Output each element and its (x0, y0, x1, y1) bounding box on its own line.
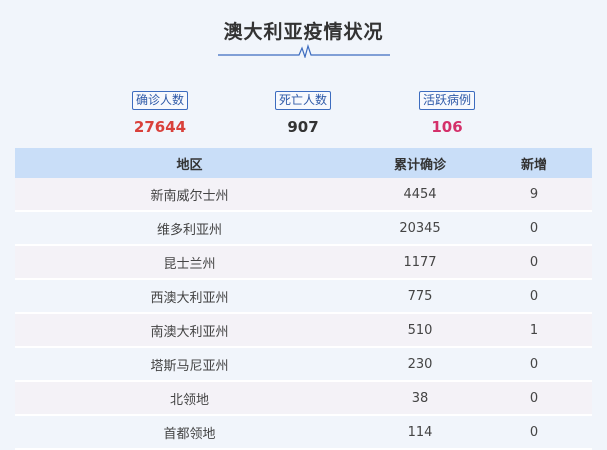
cell-total: 4454 (403, 186, 437, 202)
table-row: 北领地 38 0 (15, 382, 592, 416)
cell-new: 1 (529, 322, 539, 338)
cell-new: 0 (529, 390, 539, 406)
stat-deaths-label: 死亡人数 (274, 91, 331, 110)
cell-new: 0 (529, 254, 539, 270)
header-total: 累计确诊 (393, 157, 446, 173)
page-title: 澳大利亚疫情状况 (223, 21, 384, 43)
stat-deaths: 死亡人数 907 (243, 89, 363, 136)
cell-new: 0 (529, 356, 539, 372)
table-row: 塔斯马尼亚州 230 0 (15, 348, 592, 382)
region-table: 地区 累计确诊 新增 新南威尔士州 4454 9 维多利亚州 20345 0 昆… (15, 148, 592, 450)
cell-total: 775 (407, 288, 433, 304)
stat-deaths-value: 907 (287, 118, 319, 136)
stats-summary: 确诊人数 27644 死亡人数 907 活跃病例 106 (0, 89, 607, 139)
heartbeat-divider-icon (218, 44, 390, 58)
stat-confirmed-value: 27644 (133, 118, 187, 136)
table-row: 新南威尔士州 4454 9 (15, 178, 592, 212)
cell-region: 南澳大利亚州 (150, 324, 229, 340)
stat-active-label: 活跃病例 (418, 91, 475, 110)
cell-new: 0 (529, 220, 539, 236)
table-header: 地区 累计确诊 新增 (15, 148, 592, 178)
cell-region: 北领地 (169, 392, 209, 408)
stat-confirmed-label: 确诊人数 (131, 91, 188, 110)
cell-total: 114 (407, 424, 433, 440)
table-row: 首都领地 114 0 (15, 416, 592, 450)
cell-region: 塔斯马尼亚州 (150, 358, 229, 374)
table-row: 昆士兰州 1177 0 (15, 246, 592, 280)
table-row: 维多利亚州 20345 0 (15, 212, 592, 246)
cell-region: 维多利亚州 (156, 222, 222, 238)
cell-total: 38 (411, 390, 429, 406)
cell-new: 9 (529, 186, 539, 202)
table-row: 南澳大利亚州 510 1 (15, 314, 592, 348)
cell-total: 230 (407, 356, 433, 372)
table-body: 新南威尔士州 4454 9 维多利亚州 20345 0 昆士兰州 1177 0 … (15, 178, 592, 450)
cell-region: 新南威尔士州 (150, 188, 229, 204)
cell-total: 1177 (403, 254, 437, 270)
cell-total: 510 (407, 322, 433, 338)
cell-total: 20345 (399, 220, 441, 236)
cell-new: 0 (529, 424, 539, 440)
stat-confirmed: 确诊人数 27644 (100, 89, 220, 136)
header-new: 新增 (520, 157, 547, 173)
cell-region: 昆士兰州 (163, 256, 216, 272)
cell-new: 0 (529, 288, 539, 304)
stat-active-value: 106 (431, 118, 463, 136)
stat-active: 活跃病例 106 (387, 89, 507, 136)
header-region: 地区 (176, 157, 203, 173)
table-row: 西澳大利亚州 775 0 (15, 280, 592, 314)
cell-region: 西澳大利亚州 (150, 290, 229, 306)
